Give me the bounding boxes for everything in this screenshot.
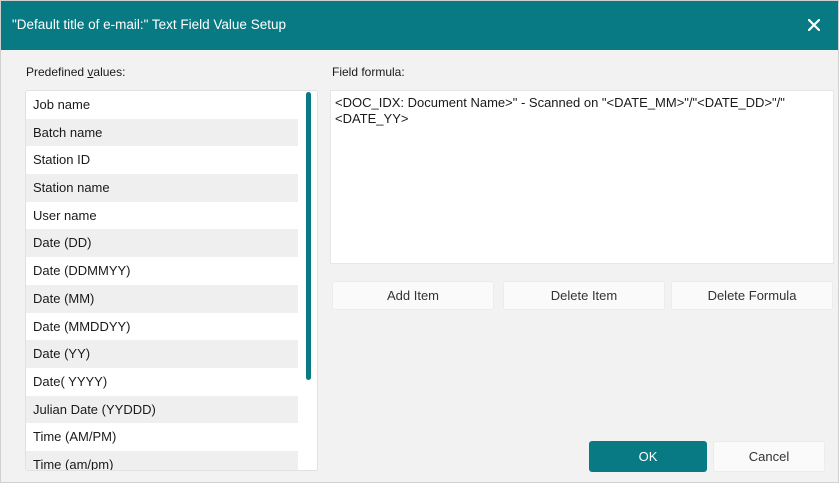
delete-item-button[interactable]: Delete Item	[503, 281, 665, 310]
list-item[interactable]: User name	[26, 202, 298, 230]
list-scrollbar[interactable]	[306, 92, 311, 380]
predefined-values-list[interactable]: Job name Batch name Station ID Station name…	[25, 90, 318, 471]
close-button[interactable]	[802, 13, 826, 37]
list-item[interactable]: Julian Date (YYDDD)	[26, 395, 298, 424]
ok-button[interactable]: OK	[589, 441, 707, 472]
close-icon	[808, 19, 820, 31]
predefined-values-label: Predefined values:	[26, 65, 126, 79]
predefined-values-items: Job name Batch name Station ID Station name…	[26, 91, 317, 470]
list-item[interactable]: Date( YYYY)	[26, 368, 298, 396]
field-formula-textarea[interactable]: <DOC_IDX: Document Name>" - Scanned on "…	[330, 90, 834, 264]
text-field-value-setup-dialog: "Default title of e-mail:" Text Field Va…	[0, 0, 839, 483]
list-item[interactable]: Station ID	[26, 146, 298, 174]
add-item-button[interactable]: Add Item	[332, 281, 494, 310]
list-item[interactable]: Date (MMDDYY)	[26, 313, 298, 341]
list-item[interactable]: Batch name	[26, 118, 298, 147]
list-item[interactable]: Station name	[26, 174, 298, 202]
list-item[interactable]: Time (AM/PM)	[26, 423, 298, 451]
list-item[interactable]: Date (DDMMYY)	[26, 257, 298, 285]
cancel-button[interactable]: Cancel	[713, 441, 825, 472]
title-bar: "Default title of e-mail:" Text Field Va…	[1, 1, 838, 50]
delete-formula-button[interactable]: Delete Formula	[671, 281, 833, 310]
list-item[interactable]: Date (DD)	[26, 229, 298, 258]
field-formula-label: Field formula:	[332, 65, 405, 79]
list-item[interactable]: Date (YY)	[26, 340, 298, 368]
list-item[interactable]: Date (MM)	[26, 284, 298, 313]
list-item[interactable]: Time (am/pm)	[26, 450, 298, 470]
list-item[interactable]: Job name	[26, 91, 298, 119]
window-title: "Default title of e-mail:" Text Field Va…	[12, 17, 286, 32]
